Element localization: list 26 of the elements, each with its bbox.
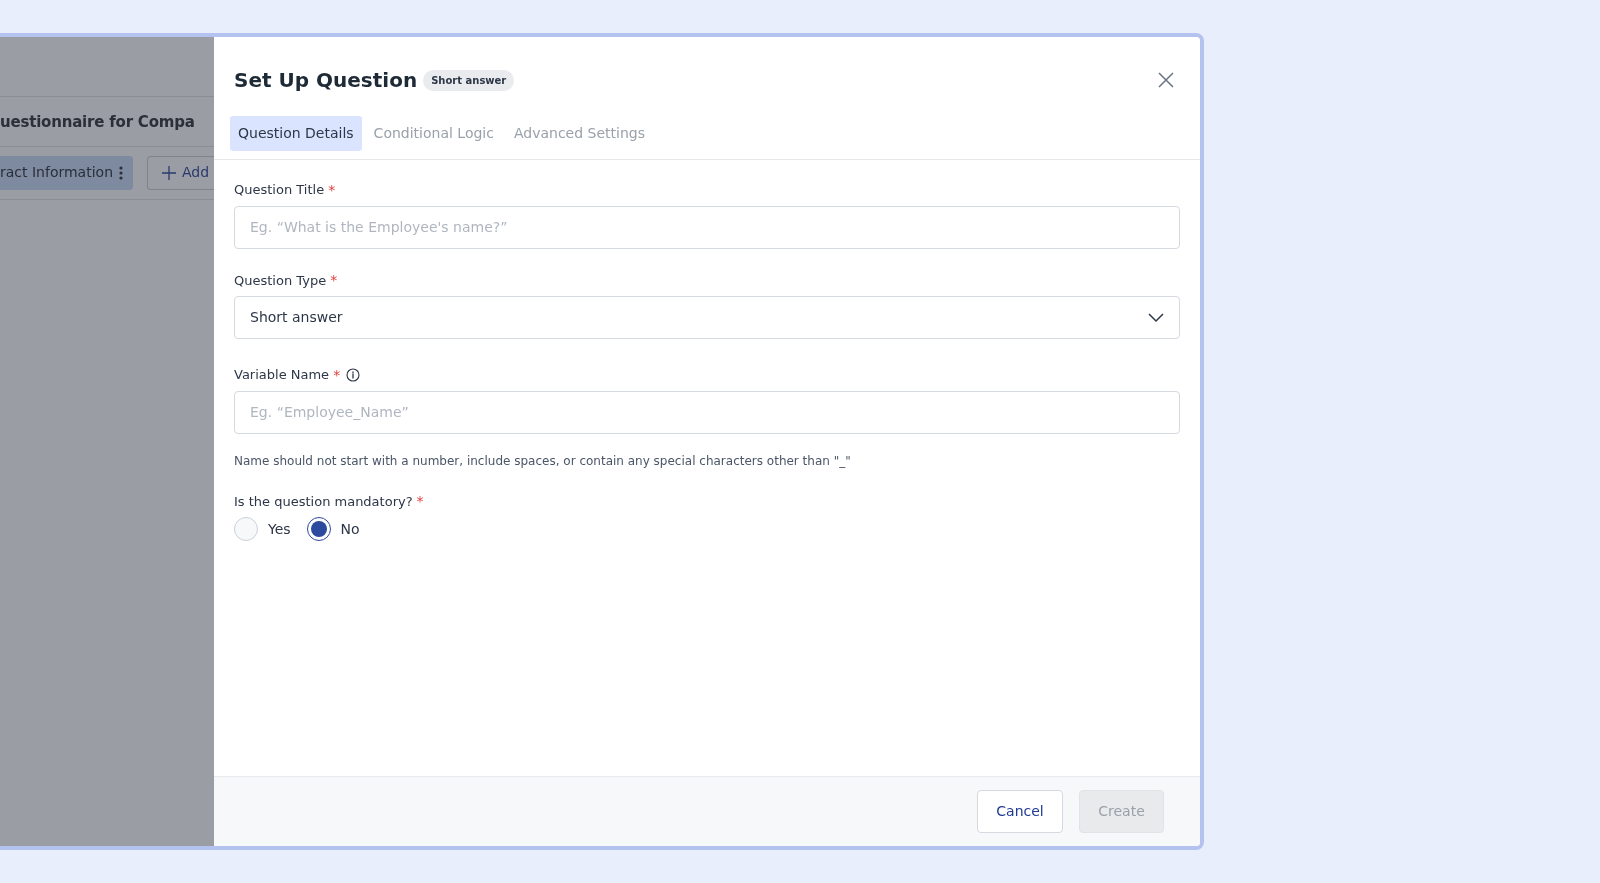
close-icon[interactable] xyxy=(1158,72,1174,88)
required-mark: * xyxy=(416,494,424,509)
field-label: Variable Name xyxy=(234,366,330,384)
chevron-down-icon xyxy=(1148,312,1164,323)
required-mark: * xyxy=(328,182,336,197)
radio-label: No xyxy=(340,519,360,539)
footer-button[interactable]: Cancel xyxy=(977,790,1063,833)
info-icon[interactable] xyxy=(346,367,361,382)
more-vertical-icon xyxy=(119,165,123,180)
required-mark: * xyxy=(330,273,338,288)
dialog-title: Set Up Question xyxy=(234,67,418,94)
field-label: Question Type xyxy=(234,271,327,290)
text-input-field[interactable]: Eg. “Employee_Name” xyxy=(234,390,1180,434)
radio-label: Yes xyxy=(268,519,291,539)
tab[interactable]: Conditional Logic xyxy=(365,116,502,151)
field-label: Is the question mandatory? xyxy=(234,492,413,511)
plus-icon xyxy=(162,165,176,180)
type-badge: Short answer xyxy=(423,69,515,91)
field-label: Question Title xyxy=(234,181,325,199)
section-tab[interactable]: ract Information xyxy=(0,155,133,190)
select-dropdown[interactable]: Short answer xyxy=(234,296,1180,339)
hint-text: Name should not start with a number, include spaces, or contain any special characters other than "_" xyxy=(234,452,852,470)
tab[interactable]: Question Details xyxy=(230,116,362,151)
text-input-field[interactable]: Eg. “What is the Employee's name?” xyxy=(234,205,1180,249)
tab[interactable]: Advanced Settings xyxy=(505,116,653,151)
required-mark: * xyxy=(333,367,341,382)
